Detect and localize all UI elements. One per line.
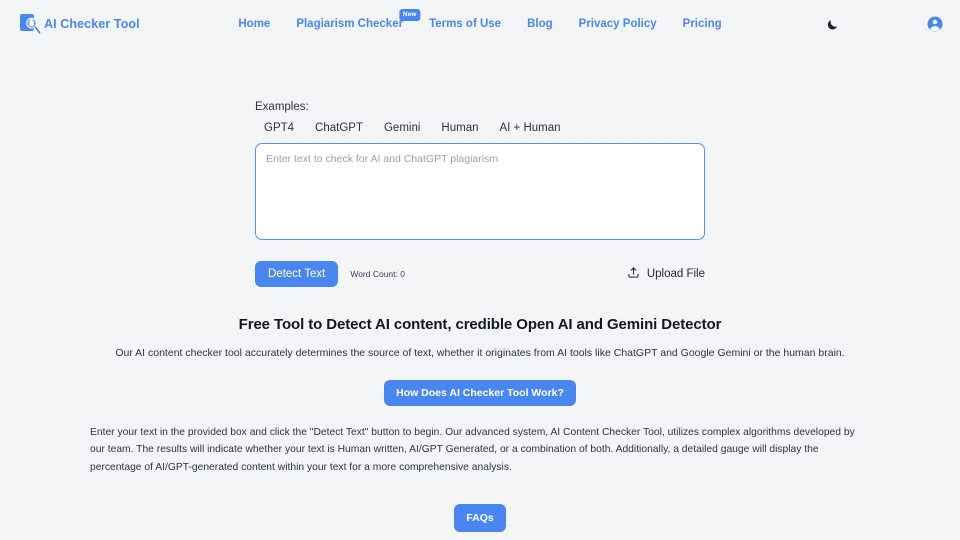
- tool-action-row: Detect Text Word Count: 0 Upload File: [255, 261, 705, 287]
- brand-name: AI Checker Tool: [44, 17, 140, 31]
- new-badge: New: [399, 9, 421, 21]
- info-subtitle: Our AI content checker tool accurately d…: [115, 347, 845, 359]
- nav-item-label: Pricing: [682, 18, 722, 30]
- document-magnifier-icon: [18, 12, 42, 36]
- nav-item-label: Plagiarism Checker: [296, 18, 404, 30]
- nav-item-blog[interactable]: Blog: [527, 18, 553, 30]
- how-it-works-button[interactable]: How Does AI Checker Tool Work?: [384, 380, 576, 406]
- example-tab-gpt4[interactable]: GPT4: [264, 122, 294, 134]
- nav-item-terms-of-use[interactable]: Terms of Use: [429, 18, 501, 30]
- nav-item-label: Privacy Policy: [578, 18, 657, 30]
- nav-item-label: Blog: [527, 18, 553, 30]
- example-tab-chatgpt[interactable]: ChatGPT: [315, 122, 363, 134]
- page-title: Free Tool to Detect AI content, credible…: [238, 316, 722, 333]
- info-section: Free Tool to Detect AI content, credible…: [90, 316, 870, 476]
- nav-item-plagiarism-checker[interactable]: Plagiarism Checker New: [296, 9, 421, 30]
- moon-icon[interactable]: [823, 15, 841, 33]
- site-header: AI Checker Tool Home Plagiarism Checker …: [0, 0, 960, 48]
- main-navigation: Home Plagiarism Checker New Terms of Use…: [238, 9, 722, 30]
- upload-file-label: Upload File: [646, 268, 705, 280]
- account-circle-icon[interactable]: [926, 15, 944, 33]
- faq-button-wrap: FAQs: [0, 503, 960, 532]
- detect-text-button[interactable]: Detect Text: [255, 261, 339, 287]
- text-input-area[interactable]: [255, 143, 705, 240]
- nav-item-label: Home: [238, 18, 271, 30]
- example-tabs: GPT4 ChatGPT Gemini Human AI + Human: [255, 122, 705, 134]
- example-tab-ai-plus-human[interactable]: AI + Human: [500, 122, 561, 134]
- example-tab-gemini[interactable]: Gemini: [384, 122, 420, 134]
- examples-label: Examples:: [255, 101, 309, 113]
- info-body-text: Enter your text in the provided box and …: [90, 427, 855, 473]
- nav-item-label: Terms of Use: [429, 18, 502, 30]
- nav-item-home[interactable]: Home: [238, 18, 270, 30]
- ai-checker-tool-panel: Examples: GPT4 ChatGPT Gemini Human AI +…: [255, 101, 705, 287]
- nav-item-pricing[interactable]: Pricing: [683, 18, 722, 30]
- upload-icon: [627, 266, 640, 282]
- faqs-button[interactable]: FAQs: [454, 503, 506, 532]
- nav-item-privacy-policy[interactable]: Privacy Policy: [579, 18, 657, 30]
- word-count-label: Word Count: 0: [350, 269, 405, 279]
- example-tab-human[interactable]: Human: [441, 122, 478, 134]
- upload-file-button[interactable]: Upload File: [627, 266, 705, 282]
- brand-logo-link[interactable]: AI Checker Tool: [18, 12, 140, 36]
